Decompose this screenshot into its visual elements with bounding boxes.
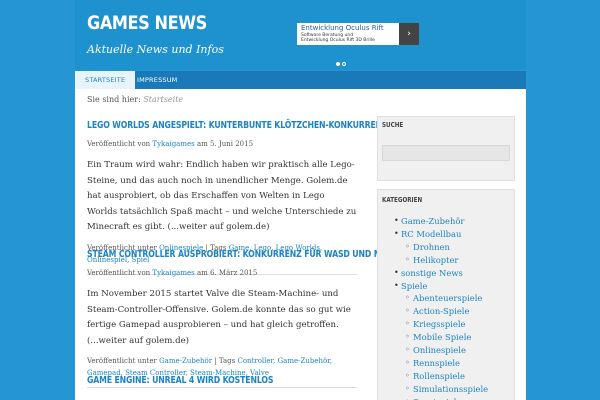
post: STEAM CONTROLLER AUSPROBIERT: KONKURRENZ… xyxy=(87,249,399,388)
nav-item-impressum[interactable]: IMPRESSUM xyxy=(127,71,188,89)
category-item[interactable]: Abenteuerspiele xyxy=(382,292,510,305)
post-title[interactable]: LEGO WORLDS ANGESPIELT: KUNTERBUNTE KLÖT… xyxy=(87,120,460,134)
meta-prefix: Veröffentlicht von xyxy=(87,140,151,148)
category-item[interactable]: Mobile Spiele xyxy=(382,331,510,344)
meta-prefix: Veröffentlicht von xyxy=(87,269,151,277)
author-link[interactable]: Tykaigames xyxy=(152,269,194,277)
category-item[interactable]: Helikopter xyxy=(382,254,510,267)
post-title[interactable]: STEAM CONTROLLER AUSPROBIERT: KONKURRENZ… xyxy=(87,249,399,263)
search-widget: SUCHE xyxy=(377,116,515,181)
date-prefix: am xyxy=(196,140,208,148)
breadcrumb-current: Startseite xyxy=(143,95,184,104)
category-item[interactable]: Onlinespiele xyxy=(382,344,510,357)
ad-line-2: Entwicklung Oculus Rift 3D Brille xyxy=(301,38,375,43)
category-item[interactable]: Game-Zubehör xyxy=(382,215,510,228)
category-item[interactable]: Spiele xyxy=(382,280,510,293)
page-body: Sie sind hier: Startseite LEGO WORLDS AN… xyxy=(75,89,526,400)
category-list: Game-ZubehörRC ModellbauDrohnenHelikopte… xyxy=(382,215,510,400)
ad-dot-2[interactable] xyxy=(342,62,346,66)
widget-title: KATEGORIEN xyxy=(382,196,423,204)
category-item[interactable]: RC Modellbau xyxy=(382,228,510,241)
category-item[interactable]: Sportspiele xyxy=(382,396,510,400)
post-excerpt: Ein Traum wird wahr: Endlich haben wir p… xyxy=(87,160,357,232)
post-meta: Veröffentlicht von Tykaigames am 5. Juni… xyxy=(87,140,357,152)
breadcrumb-prefix: Sie sind hier: xyxy=(87,95,141,104)
site-description: Aktuelle News und Infos xyxy=(87,43,224,56)
category-item[interactable]: Rennspiele xyxy=(382,357,510,370)
widget-title: SUCHE xyxy=(382,121,404,129)
post-title[interactable]: GAME ENGINE: UNREAL 4 WIRD KOSTENLOS xyxy=(87,375,298,389)
ad-title[interactable]: Entwicklung Oculus Rift xyxy=(301,24,384,32)
author-link[interactable]: Tykaigames xyxy=(152,140,194,148)
ad-dot-1[interactable] xyxy=(336,62,340,66)
category-item[interactable]: Rollenspiele xyxy=(382,370,510,383)
category-item[interactable]: Kriegsspiele xyxy=(382,318,510,331)
search-input[interactable] xyxy=(382,145,510,161)
main-nav: STARTSEITE IMPRESSUM xyxy=(75,71,526,89)
ad-pagination xyxy=(336,51,348,70)
sidebar: SUCHE KATEGORIEN Game-ZubehörRC Modellba… xyxy=(377,116,515,400)
tags-prefix: | Tags xyxy=(214,357,236,365)
post: GAME ENGINE: UNREAL 4 WIRD KOSTENLOS xyxy=(87,375,357,389)
ad-text: Software Beratung und Entwicklung Oculus… xyxy=(301,33,375,43)
category-item[interactable]: Action-Spiele xyxy=(382,305,510,318)
breadcrumb: Sie sind hier: Startseite xyxy=(87,95,183,104)
post-date: 6. März 2015 xyxy=(210,269,258,277)
date-prefix: am xyxy=(196,269,208,277)
chevron-right-icon[interactable]: › xyxy=(399,23,419,45)
site-title[interactable]: GAMES NEWS xyxy=(87,12,207,34)
categories-widget: KATEGORIEN Game-ZubehörRC ModellbauDrohn… xyxy=(377,189,515,400)
site-header: GAMES NEWS Aktuelle News und Infos Entwi… xyxy=(75,0,526,70)
post-meta: Veröffentlicht von Tykaigames am 6. März… xyxy=(87,269,357,281)
category-item[interactable]: Drohnen xyxy=(382,241,510,254)
category-link[interactable]: Game-Zubehör xyxy=(159,357,212,365)
ad-banner[interactable]: Entwicklung Oculus Rift Software Beratun… xyxy=(297,23,419,45)
post-excerpt: Im November 2015 startet Valve die Steam… xyxy=(87,289,351,346)
category-item[interactable]: Simulationsspiele xyxy=(382,383,510,396)
footer-prefix: Veröffentlicht unter xyxy=(87,357,157,365)
post-date: 5. Juni 2015 xyxy=(210,140,254,148)
category-item[interactable]: sonstige News xyxy=(382,267,510,280)
